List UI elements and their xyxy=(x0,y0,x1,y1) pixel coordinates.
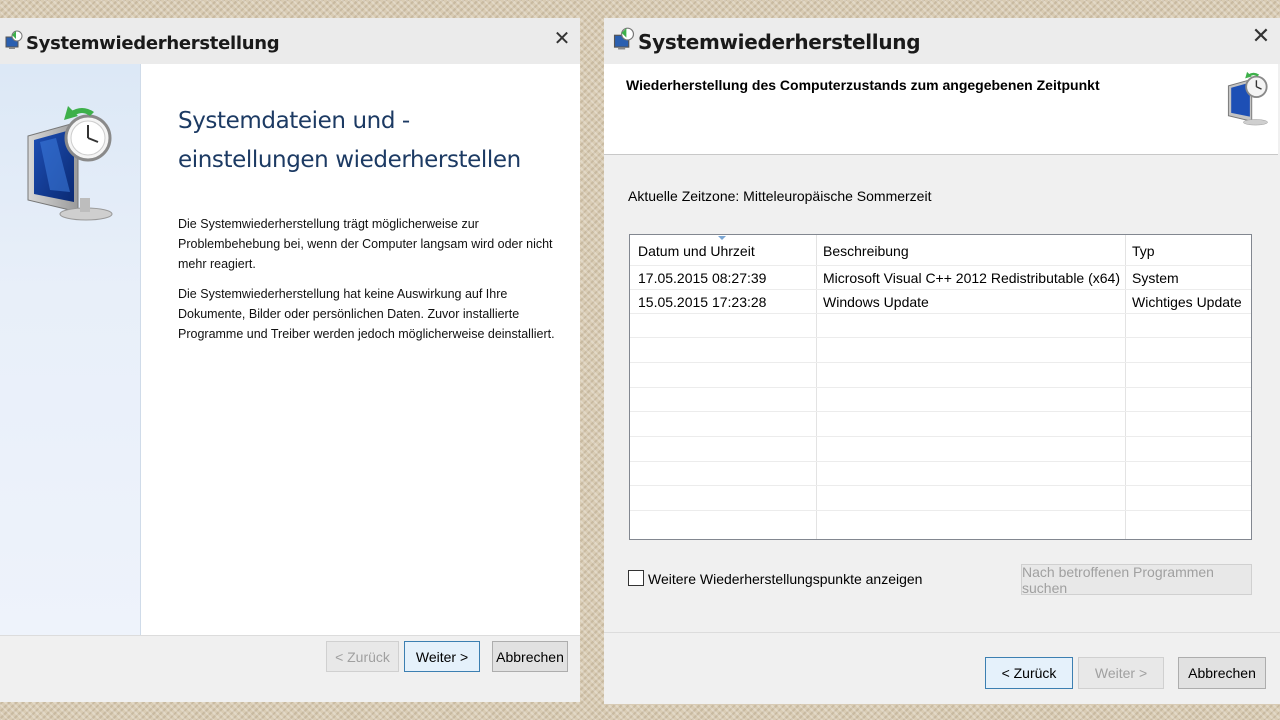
app-icon xyxy=(4,30,24,57)
cell-description: Windows Update xyxy=(823,294,929,310)
back-button[interactable]: < Zurück xyxy=(326,641,399,672)
system-restore-icon xyxy=(24,102,116,227)
next-button[interactable]: Weiter > xyxy=(404,641,480,672)
row-divider xyxy=(630,461,1251,462)
cell-date: 17.05.2015 08:27:39 xyxy=(638,270,767,286)
row-divider xyxy=(630,313,1251,314)
content-panel: Systemdateien und -einstellungen wiederh… xyxy=(141,64,580,635)
row-divider xyxy=(630,485,1251,486)
cell-date: 15.05.2015 17:23:28 xyxy=(638,294,767,310)
description-paragraph-1: Die Systemwiederherstellung trägt möglic… xyxy=(178,217,553,271)
row-divider xyxy=(630,265,1251,266)
row-divider xyxy=(630,436,1251,437)
scan-affected-programs-button[interactable]: Nach betroffenen Programmen suchen xyxy=(1021,564,1252,596)
row-divider xyxy=(630,510,1251,511)
system-restore-window-right: Systemwiederherstellung ✕ Wiederherstell… xyxy=(604,18,1280,704)
title-bar: Systemwiederherstellung ✕ xyxy=(0,18,580,64)
row-divider xyxy=(630,411,1251,412)
cancel-button[interactable]: Abbrechen xyxy=(492,641,568,672)
sort-arrow-icon xyxy=(718,236,726,240)
description-paragraph-2: Die Systemwiederherstellung hat keine Au… xyxy=(178,287,555,341)
window-title: Systemwiederherstellung xyxy=(26,33,280,54)
cancel-button[interactable]: Abbrechen xyxy=(1178,657,1266,689)
show-more-label[interactable]: Weitere Wiederherstellungspunkte anzeige… xyxy=(648,571,922,587)
restore-points-table[interactable]: Datum und Uhrzeit Beschreibung Typ 17.05… xyxy=(629,234,1252,540)
close-button[interactable]: ✕ xyxy=(550,26,574,50)
cell-type: Wichtiges Update xyxy=(1132,294,1242,310)
timezone-label: Aktuelle Zeitzone: Mitteleuropäische Som… xyxy=(628,188,932,204)
column-header-type[interactable]: Typ xyxy=(1132,243,1155,259)
page-heading: Systemdateien und -einstellungen wiederh… xyxy=(178,108,521,173)
column-header-date[interactable]: Datum und Uhrzeit xyxy=(638,243,755,259)
column-header-description[interactable]: Beschreibung xyxy=(823,243,909,259)
app-icon xyxy=(612,27,636,58)
system-restore-window-left: Systemwiederherstellung ✕ Systemdateien … xyxy=(0,18,580,702)
back-button[interactable]: < Zurück xyxy=(985,657,1073,689)
title-bar: Systemwiederherstellung ✕ xyxy=(604,18,1280,64)
wizard-header: Wiederherstellung des Computerzustands z… xyxy=(604,64,1278,155)
system-restore-icon xyxy=(1224,70,1272,131)
row-divider xyxy=(630,387,1251,388)
window-title: Systemwiederherstellung xyxy=(638,30,921,54)
row-divider xyxy=(630,289,1251,290)
close-button[interactable]: ✕ xyxy=(1248,24,1274,49)
next-button[interactable]: Weiter > xyxy=(1078,657,1164,689)
header-title: Wiederherstellung des Computerzustands z… xyxy=(626,77,1100,93)
cell-description: Microsoft Visual C++ 2012 Redistributabl… xyxy=(823,270,1123,286)
cell-type: System xyxy=(1132,270,1179,286)
sidebar-panel xyxy=(0,64,141,635)
row-divider xyxy=(630,362,1251,363)
row-divider xyxy=(630,337,1251,338)
show-more-checkbox[interactable] xyxy=(628,570,644,586)
